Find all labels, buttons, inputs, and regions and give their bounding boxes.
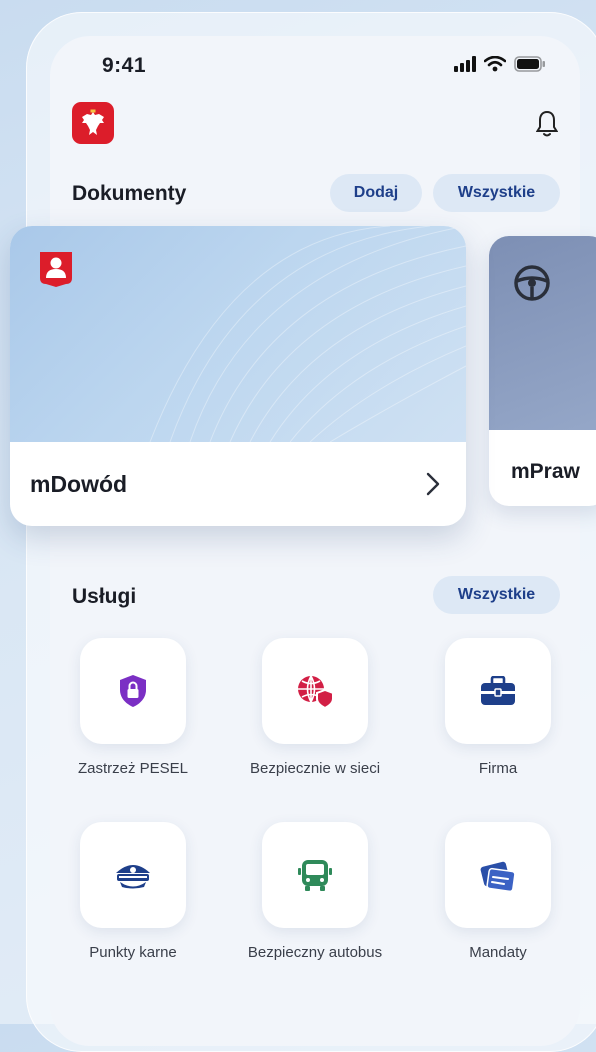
service-tile[interactable]: [262, 638, 368, 744]
globe-shield-icon: [298, 675, 334, 709]
all-services-button[interactable]: Wszystkie: [433, 576, 560, 614]
steering-wheel-icon: [514, 265, 550, 301]
card-artwork: [10, 226, 466, 443]
status-bar: 9:41: [50, 36, 580, 92]
services-title: Usługi: [72, 585, 137, 608]
service-label: Punkty karne: [89, 944, 177, 961]
cellular-signal-icon: [454, 56, 476, 72]
app-screen: 9:41 Dokumenty Dodaj Wszystkie Usługi Ws…: [50, 36, 580, 1046]
bell-icon[interactable]: [535, 110, 559, 143]
document-card-mprawo-jazdy[interactable]: mPraw: [489, 236, 596, 506]
status-time: 9:41: [102, 54, 147, 77]
person-badge-icon: [40, 252, 72, 287]
shield-lock-icon: [120, 675, 146, 707]
bus-icon: [298, 860, 332, 891]
service-tile[interactable]: [80, 638, 186, 744]
service-label: Bezpieczny autobus: [247, 944, 383, 961]
all-documents-button[interactable]: Wszystkie: [433, 174, 560, 212]
document-card-name: mDowód: [30, 471, 128, 497]
chevron-right-icon[interactable]: [426, 472, 440, 496]
battery-icon: [514, 56, 545, 72]
service-punkty-karne[interactable]: Punkty karne: [63, 822, 203, 964]
polish-eagle-emblem-icon: [72, 102, 114, 144]
wifi-icon: [484, 56, 506, 72]
document-card-name: mPraw: [511, 460, 580, 483]
service-label: Mandaty: [469, 944, 527, 961]
service-tile[interactable]: [445, 638, 551, 744]
documents-title: Dokumenty: [72, 182, 187, 205]
briefcase-icon: [481, 676, 515, 705]
police-cap-icon: [116, 865, 150, 889]
service-label: Firma: [478, 760, 518, 777]
service-label: Zastrzeż PESEL: [77, 760, 189, 777]
service-firma[interactable]: Firma: [428, 638, 568, 780]
service-bezpiecznie-w-sieci[interactable]: Bezpiecznie w sieci: [245, 638, 385, 780]
service-mandaty[interactable]: Mandaty: [428, 822, 568, 964]
service-label: Bezpiecznie w sieci: [249, 760, 381, 777]
wave-pattern: [149, 226, 466, 443]
service-tile[interactable]: [262, 822, 368, 928]
service-tile[interactable]: [445, 822, 551, 928]
add-document-button[interactable]: Dodaj: [330, 174, 422, 212]
service-bezpieczny-autobus[interactable]: Bezpieczny autobus: [245, 822, 385, 964]
status-icons: [454, 56, 546, 72]
service-tile[interactable]: [80, 822, 186, 928]
document-card-mdowod[interactable]: mDowód: [10, 226, 466, 526]
tickets-icon: [480, 861, 516, 892]
service-zastrzez-pesel[interactable]: Zastrzeż PESEL: [63, 638, 203, 780]
